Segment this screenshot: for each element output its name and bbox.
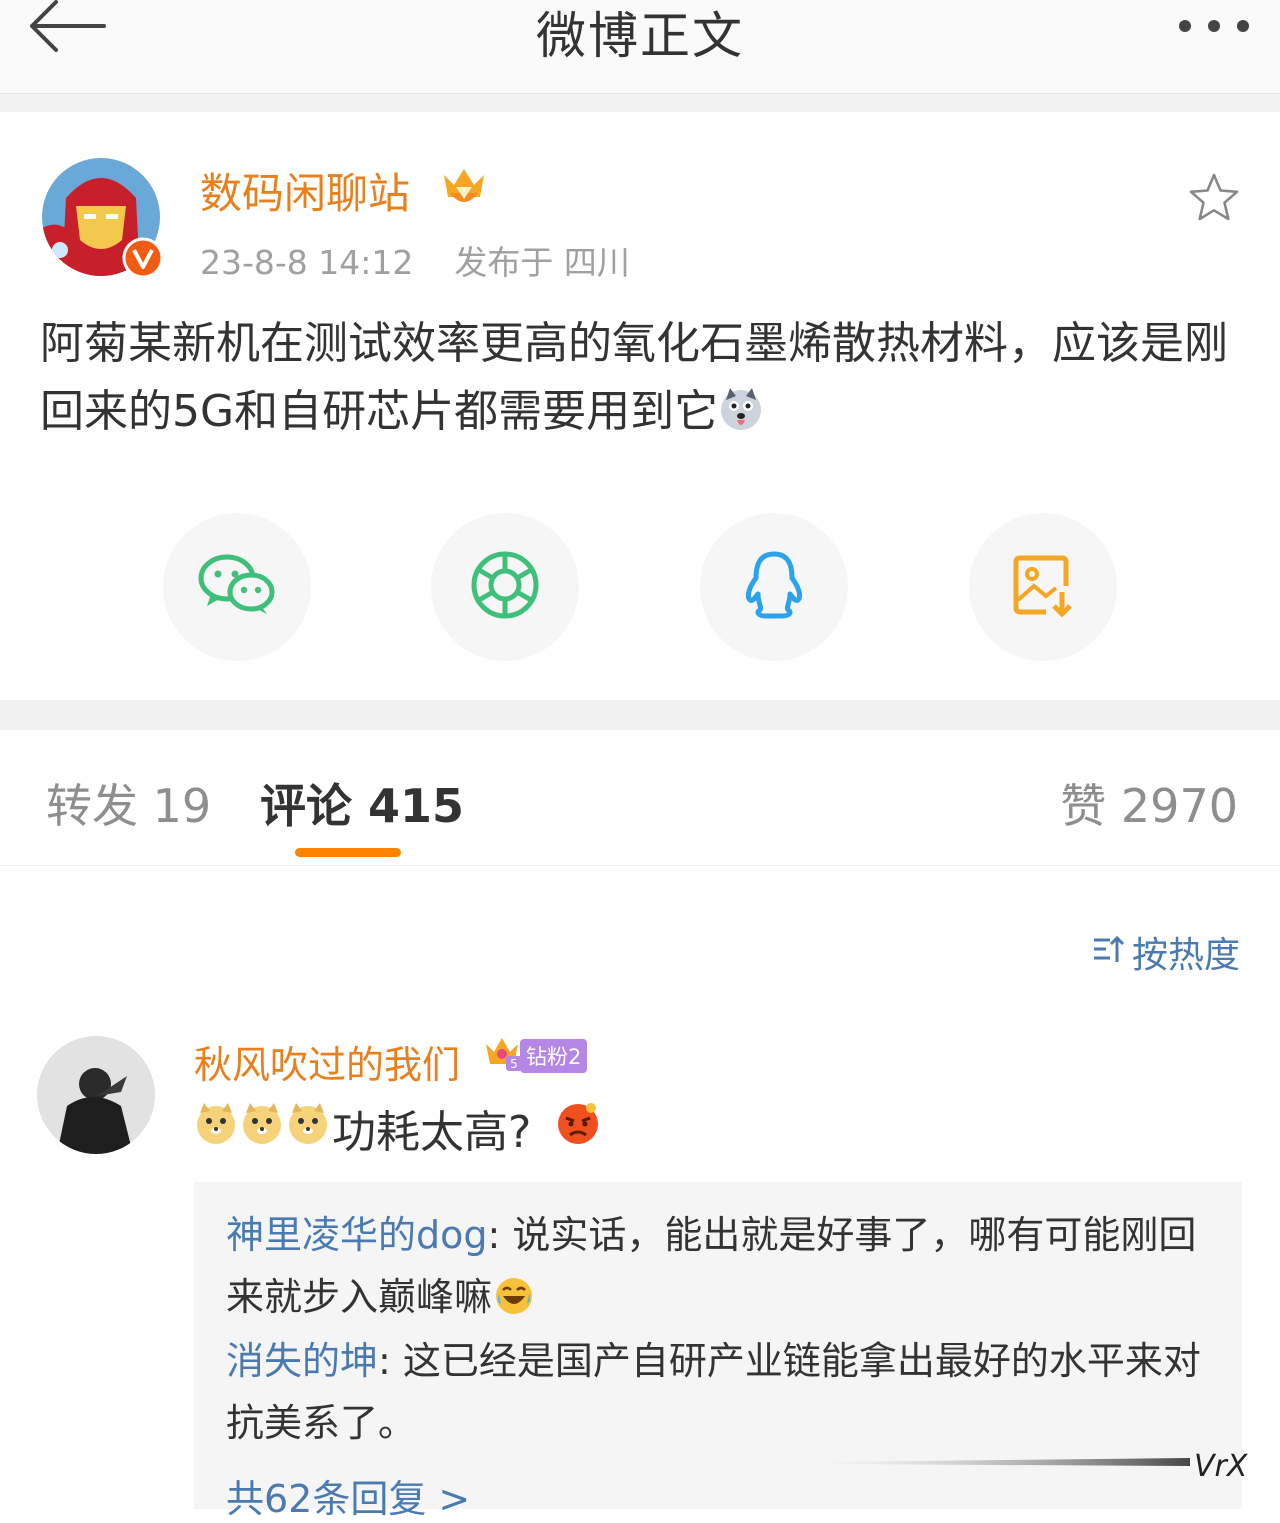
husky-emoji-icon (718, 384, 764, 430)
section-divider (0, 94, 1280, 112)
fan-badge: 5 钻粉2 (484, 1036, 588, 1076)
share-save-image-button[interactable] (969, 513, 1117, 661)
post-content: 阿菊某新机在测试效率更高的氧化石墨烯散热材料，应该是刚回来的5G和自研芯片都需要… (40, 310, 1250, 446)
save-image-icon (1010, 552, 1076, 622)
section-divider (0, 700, 1280, 730)
sort-label: 按热度 (1131, 935, 1240, 976)
tab-repost[interactable]: 转发 19 (46, 770, 211, 836)
post-text: 阿菊某新机在测试效率更高的氧化石墨烯散热材料，应该是刚回来的5G和自研芯片都需要… (40, 318, 1228, 437)
watermark: VrX (820, 1448, 1260, 1484)
fan-badge-label: 钻粉2 (520, 1039, 588, 1073)
comment-text: 功耗太高? (332, 1107, 532, 1158)
member-crown-icon (440, 165, 488, 211)
post-location: 发布于 四川 (454, 243, 630, 282)
fan-crown-icon: 5 (484, 1036, 524, 1076)
post-timestamp: 23-8-8 14:12 (200, 243, 414, 282)
interaction-tabs: 转发 19 评论 415 赞 2970 (0, 730, 1280, 866)
laughing-emoji-icon (494, 1272, 534, 1334)
sort-by-hot-button[interactable]: 按热度 (1092, 926, 1240, 978)
reply-author[interactable]: 神里凌华的dog (226, 1213, 488, 1257)
verified-v-icon (122, 237, 164, 279)
tab-comments[interactable]: 评论 415 (260, 770, 464, 836)
share-moments-button[interactable] (431, 513, 579, 661)
wechat-icon (197, 552, 277, 622)
commenter-name[interactable]: 秋风吹过的我们 (194, 1034, 460, 1089)
reply-item: 消失的坤: 这已经是国产自研产业链能拿出最好的水平来对抗美系了。 (226, 1330, 1216, 1454)
doge-emoji-icon (194, 1101, 238, 1156)
share-wechat-button[interactable] (163, 513, 311, 661)
more-replies-link[interactable]: 共62条回复 > (226, 1468, 470, 1523)
page-title: 微博正文 (536, 7, 744, 65)
moments-aperture-icon (470, 550, 540, 624)
post-meta: 23-8-8 14:12 发布于 四川 (200, 236, 630, 284)
share-qq-button[interactable] (700, 513, 848, 661)
reply-author[interactable]: 消失的坤 (226, 1339, 378, 1383)
sort-icon (1092, 932, 1125, 973)
star-favorite-icon[interactable] (1188, 172, 1240, 224)
watermark-text: VrX (1194, 1449, 1249, 1482)
angry-emoji-icon (555, 1100, 601, 1157)
author-name[interactable]: 数码闲聊站 (200, 160, 410, 221)
tab-likes[interactable]: 赞 2970 (1060, 770, 1238, 836)
active-tab-indicator (295, 848, 401, 857)
top-bar: 微博正文 (0, 0, 1280, 94)
doge-emoji-icon (240, 1101, 284, 1156)
qq-penguin-icon (742, 550, 806, 624)
commenter-avatar[interactable] (37, 1036, 155, 1154)
doge-emoji-icon (286, 1101, 330, 1156)
comment-body: 功耗太高? (194, 1096, 601, 1160)
more-dots-icon[interactable] (1178, 18, 1250, 32)
fan-level: 5 (510, 1057, 518, 1071)
reply-item: 神里凌华的dog: 说实话，能出就是好事了，哪有可能刚回来就步入巅峰嘛 (226, 1204, 1216, 1334)
